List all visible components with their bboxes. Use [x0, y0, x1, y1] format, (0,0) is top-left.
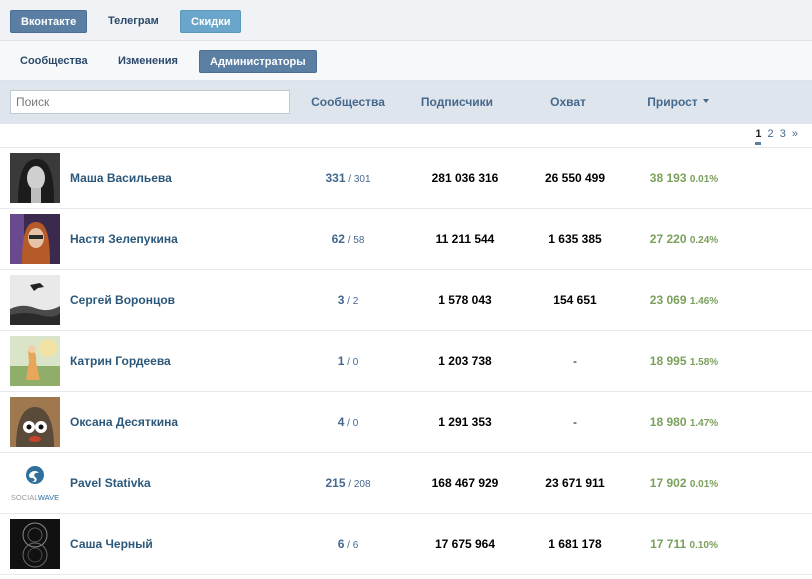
communities-count: 6 / 6 — [298, 537, 398, 551]
top-tab-bar: Вконтакте Телеграм Скидки — [0, 0, 812, 41]
avatar[interactable] — [10, 214, 60, 264]
communities-total: 215 — [325, 476, 346, 490]
tab-telegram[interactable]: Телеграм — [98, 10, 169, 33]
growth-abs: 17 711 — [650, 537, 687, 551]
tab-changes[interactable]: Изменения — [108, 50, 188, 73]
reach-value: 1 681 178 — [548, 537, 602, 551]
admin-name[interactable]: Саша Черный — [70, 537, 153, 551]
table-header: Сообщества Подписчики Охват Прирост — [0, 81, 812, 124]
growth-abs: 18 995 — [649, 354, 687, 368]
communities-own: / 0 — [344, 357, 359, 368]
growth-pct: 1.46% — [689, 296, 719, 307]
communities-total: 331 — [325, 171, 346, 185]
growth-value: 27 220 0.24% — [634, 232, 734, 246]
growth-pct: 0.10% — [689, 540, 718, 551]
growth-value: 17 711 0.10% — [634, 537, 734, 551]
admin-name[interactable]: Настя Зелепукина — [70, 232, 178, 246]
socialwave-logo-text: SOCIALWAVE — [11, 493, 59, 502]
tab-communities[interactable]: Сообщества — [10, 50, 98, 73]
table-row: Катрин Гордеева 1 / 0 1 203 738 - 18 995… — [0, 331, 812, 392]
growth-pct: 1.47% — [689, 418, 719, 429]
table-row: Маша Васильева 331 / 301 281 036 316 26 … — [0, 148, 812, 209]
page-2-link[interactable]: 2 — [768, 128, 774, 140]
avatar[interactable]: SOCIALWAVE — [10, 458, 60, 508]
avatar[interactable] — [10, 153, 60, 203]
subscribers-value: 1 203 738 — [438, 354, 492, 368]
growth-pct: 0.01% — [689, 174, 719, 185]
reach-value: 154 651 — [553, 293, 597, 307]
reach-value: - — [573, 415, 577, 429]
communities-own: / 2 — [344, 296, 359, 307]
communities-count: 1 / 0 — [298, 354, 398, 368]
admin-name[interactable]: Pavel Stativka — [70, 476, 151, 490]
reach-value: - — [573, 354, 577, 368]
growth-pct: 0.24% — [689, 235, 719, 246]
growth-abs: 17 902 — [649, 476, 687, 490]
sort-desc-icon — [702, 98, 709, 103]
reach-value: 23 671 911 — [545, 476, 605, 490]
column-growth-label: Прирост — [647, 95, 698, 109]
communities-count: 4 / 0 — [298, 415, 398, 429]
admin-name[interactable]: Маша Васильева — [70, 171, 172, 185]
next-page-link[interactable]: » — [792, 128, 798, 140]
communities-total: 62 — [331, 232, 345, 246]
growth-value: 38 193 0.01% — [634, 171, 734, 185]
growth-abs: 23 069 — [649, 293, 687, 307]
growth-pct: 1.58% — [689, 357, 719, 368]
page-1-link[interactable]: 1 — [755, 128, 762, 145]
growth-value: 17 902 0.01% — [634, 476, 734, 490]
avatar[interactable] — [10, 519, 60, 569]
communities-own: / 301 — [345, 174, 371, 185]
communities-count: 215 / 208 — [298, 476, 398, 490]
table-row: Настя Зелепукина 62 / 58 11 211 544 1 63… — [0, 209, 812, 270]
growth-value: 18 995 1.58% — [634, 354, 734, 368]
column-reach[interactable]: Охват — [518, 95, 618, 109]
table-row: Оксана Десяткина 4 / 0 1 291 353 - 18 98… — [0, 392, 812, 453]
tab-vkontakte[interactable]: Вконтакте — [10, 10, 88, 33]
subscribers-value: 1 578 043 — [438, 293, 492, 307]
sub-tab-bar: Сообщества Изменения Администраторы — [0, 41, 812, 81]
column-communities[interactable]: Сообщества — [298, 95, 398, 109]
table-row: Сергей Воронцов 3 / 2 1 578 043 154 651 … — [0, 270, 812, 331]
pagination: 1 2 3 » — [752, 128, 798, 145]
reach-value: 1 635 385 — [548, 232, 602, 246]
admin-name[interactable]: Оксана Десяткина — [70, 415, 178, 429]
communities-count: 331 / 301 — [298, 171, 398, 185]
reach-value: 26 550 499 — [544, 171, 606, 185]
growth-pct: 0.01% — [689, 479, 719, 490]
table-row: Саша Черный 6 / 6 17 675 964 1 681 178 1… — [0, 514, 812, 575]
growth-abs: 38 193 — [649, 171, 687, 185]
tab-discounts[interactable]: Скидки — [180, 10, 242, 33]
communities-count: 3 / 2 — [298, 293, 398, 307]
tab-administrators[interactable]: Администраторы — [199, 50, 317, 73]
search-input[interactable] — [10, 90, 290, 114]
communities-own: / 208 — [345, 479, 371, 490]
communities-own: / 58 — [344, 235, 365, 246]
subscribers-value: 168 467 929 — [431, 476, 499, 490]
table-row: SOCIALWAVE Pavel Stativka 215 / 208 168 … — [0, 453, 812, 514]
subscribers-value: 1 291 353 — [438, 415, 492, 429]
admin-table: Маша Васильева 331 / 301 281 036 316 26 … — [0, 147, 812, 575]
subscribers-value: 281 036 316 — [431, 171, 499, 185]
avatar[interactable] — [10, 275, 60, 325]
communities-own: / 6 — [344, 540, 359, 551]
growth-value: 23 069 1.46% — [634, 293, 734, 307]
communities-own: / 0 — [344, 418, 359, 429]
avatar[interactable] — [10, 336, 60, 386]
growth-value: 18 980 1.47% — [634, 415, 734, 429]
growth-abs: 18 980 — [649, 415, 687, 429]
subscribers-value: 17 675 964 — [434, 537, 496, 551]
page-3-link[interactable]: 3 — [780, 128, 786, 140]
subscribers-value: 11 211 544 — [435, 232, 495, 246]
column-subscribers[interactable]: Подписчики — [407, 95, 507, 109]
admin-name[interactable]: Сергей Воронцов — [70, 293, 175, 307]
growth-abs: 27 220 — [649, 232, 687, 246]
avatar[interactable] — [10, 397, 60, 447]
communities-count: 62 / 58 — [298, 232, 398, 246]
admin-name[interactable]: Катрин Гордеева — [70, 354, 171, 368]
column-growth[interactable]: Прирост — [628, 95, 728, 109]
